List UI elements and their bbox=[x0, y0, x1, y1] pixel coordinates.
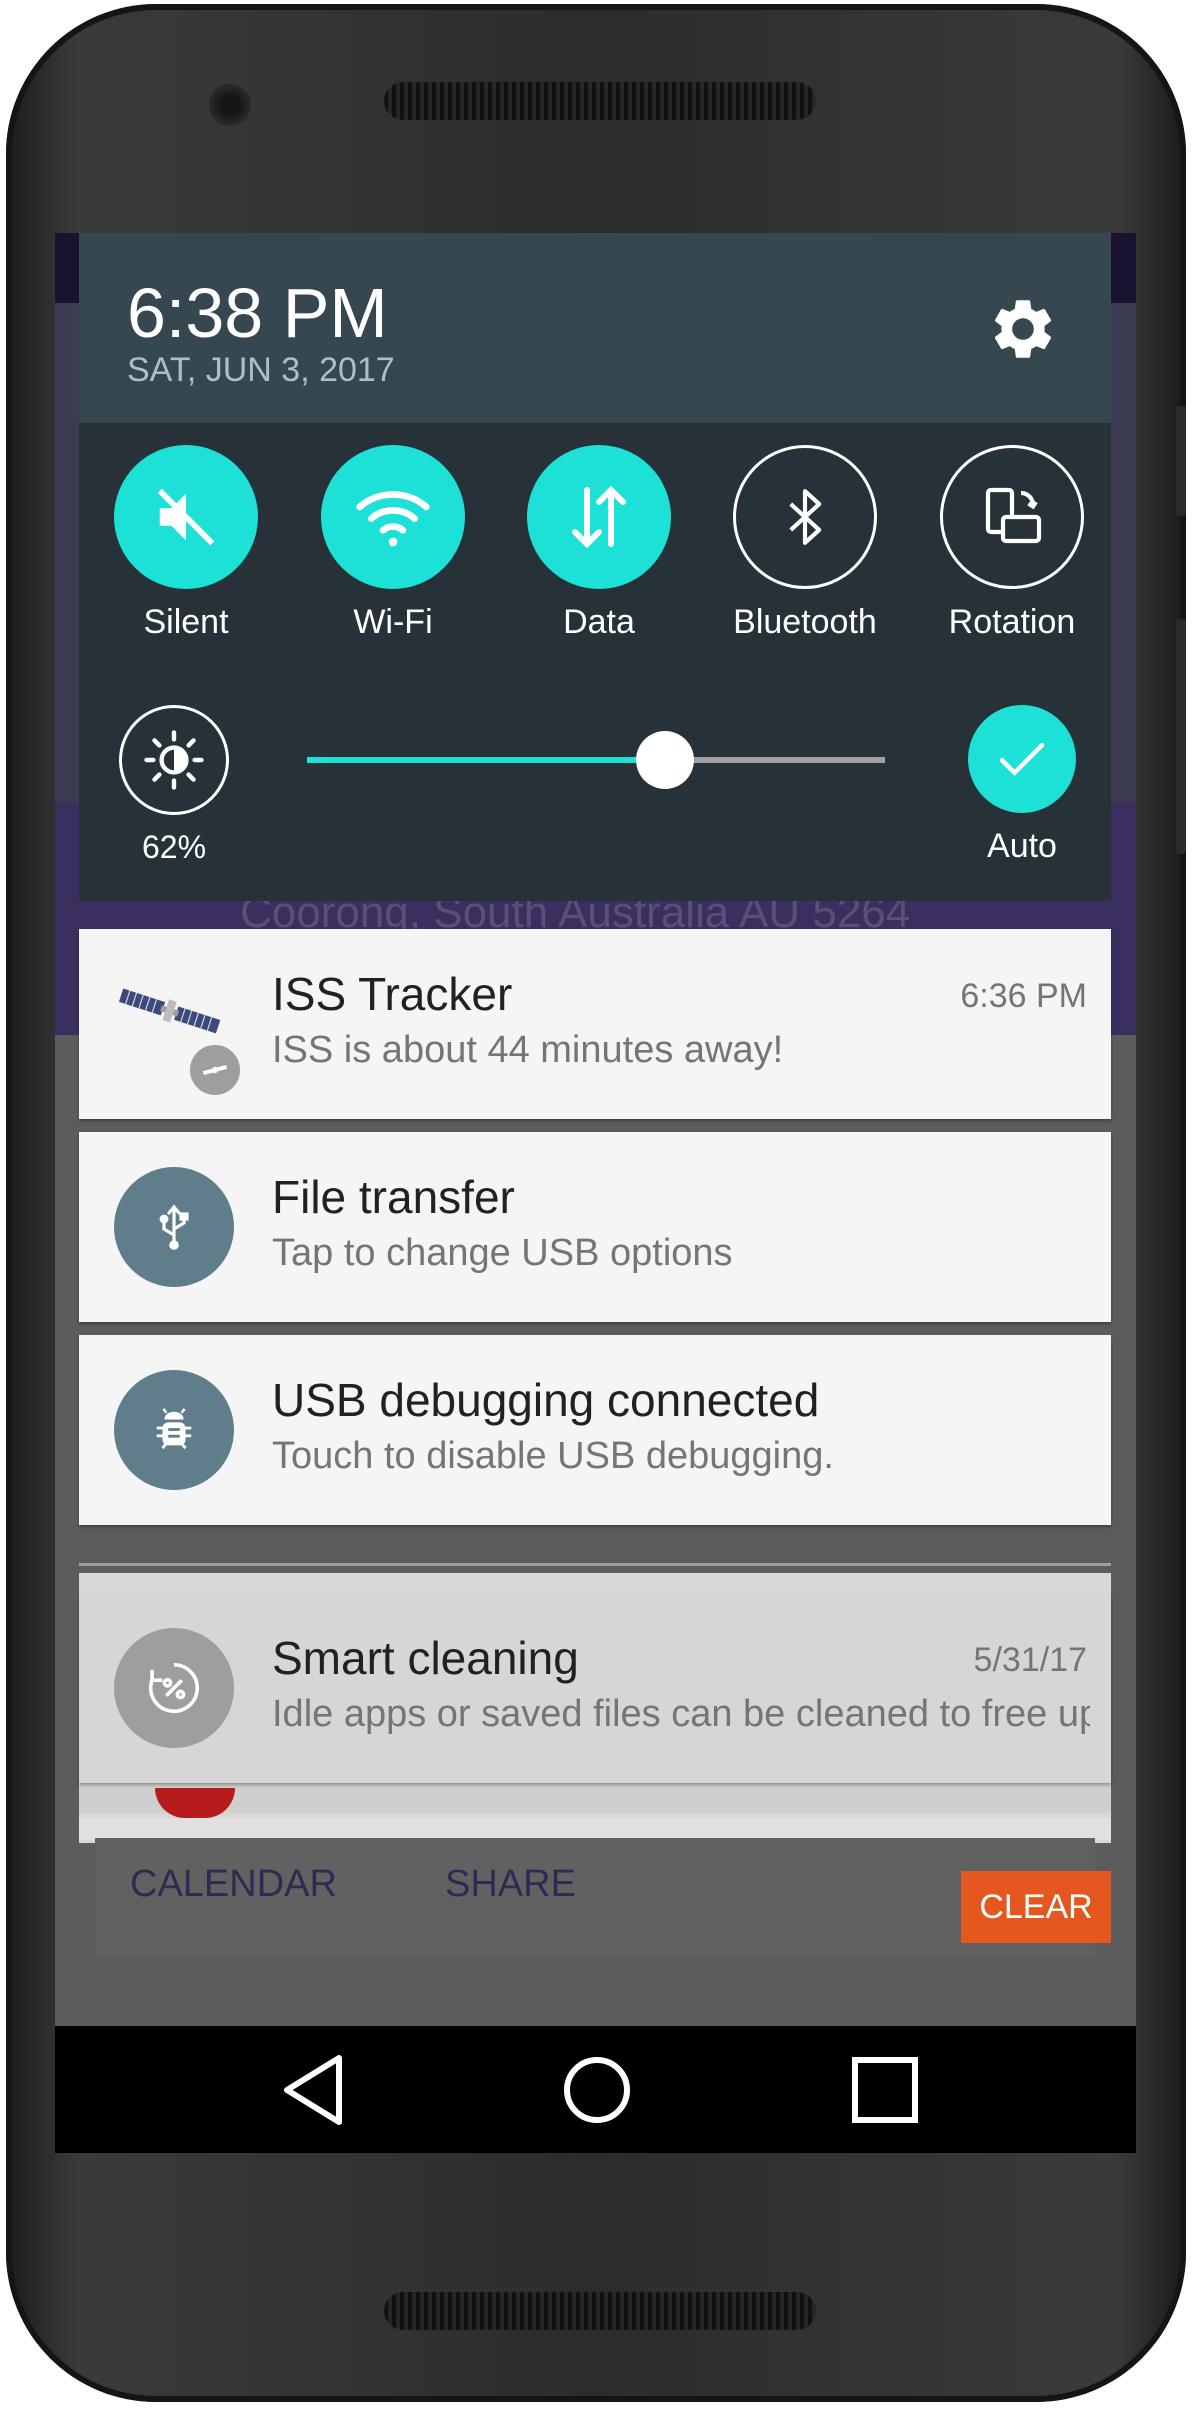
settings-gear-icon[interactable] bbox=[987, 293, 1059, 365]
notification-text: Tap to change USB options bbox=[272, 1232, 733, 1274]
screen: Coorong, South Australia AU 5264 6:38 PM… bbox=[55, 233, 1136, 2153]
brightness-slider[interactable] bbox=[307, 731, 885, 789]
front-camera bbox=[209, 84, 251, 126]
app-badge-icon bbox=[187, 1042, 243, 1098]
tile-wifi[interactable]: Wi-Fi bbox=[313, 445, 473, 642]
notification-title: File transfer bbox=[272, 1171, 515, 1223]
tile-label: Bluetooth bbox=[733, 603, 877, 641]
notification-text: Touch to disable USB debugging. bbox=[272, 1435, 834, 1477]
volume-button bbox=[1176, 619, 1186, 854]
notification-divider bbox=[79, 1563, 1111, 1566]
clear-all-button[interactable]: CLEAR bbox=[961, 1871, 1111, 1943]
notification-text: ISS is about 44 minutes away! bbox=[272, 1029, 784, 1071]
notification-title: ISS Tracker bbox=[272, 968, 513, 1020]
rotation-icon bbox=[940, 445, 1084, 589]
cleaning-icon bbox=[114, 1628, 234, 1748]
brightness-percent: 62% bbox=[141, 829, 207, 865]
quick-settings-panel: 6:38 PM SAT, JUN 3, 2017 Silent Wi-Fi Da… bbox=[79, 233, 1111, 901]
brightness-icon bbox=[119, 705, 229, 815]
auto-brightness-label: Auto bbox=[987, 827, 1057, 865]
satellite-icon bbox=[109, 964, 243, 1098]
notification-text: Idle apps or saved files can be cleaned … bbox=[272, 1693, 1090, 1735]
check-icon bbox=[999, 743, 1045, 776]
tile-silent[interactable]: Silent bbox=[106, 445, 266, 642]
bottom-speaker bbox=[384, 2292, 816, 2330]
bluetooth-icon bbox=[733, 445, 877, 589]
tile-label: Rotation bbox=[948, 603, 1076, 641]
wifi-icon bbox=[321, 445, 465, 589]
top-speaker bbox=[384, 82, 816, 120]
notification-time: 6:36 PM bbox=[960, 977, 1087, 1015]
mute-icon bbox=[114, 445, 258, 589]
notification-title: USB debugging connected bbox=[272, 1374, 820, 1426]
calendar-action-button[interactable]: CALENDAR bbox=[130, 1863, 337, 1906]
back-icon[interactable] bbox=[275, 2048, 359, 2132]
notification-smart-cleaning[interactable]: Smart cleaning 5/31/17 Idle apps or save… bbox=[79, 1593, 1111, 1783]
tile-label: Silent bbox=[143, 603, 229, 641]
notification-iss-tracker[interactable]: ISS Tracker 6:36 PM ISS is about 44 minu… bbox=[79, 929, 1111, 1119]
clock-time: 6:38 PM bbox=[127, 274, 388, 352]
home-icon[interactable] bbox=[555, 2048, 639, 2132]
brightness-slider-thumb[interactable] bbox=[636, 731, 695, 789]
stacked-notification-edge bbox=[79, 1818, 1111, 1840]
notification-title: Smart cleaning bbox=[272, 1632, 579, 1684]
brightness-slider-fill bbox=[307, 757, 666, 763]
tile-data[interactable]: Data bbox=[519, 445, 679, 642]
navigation-bar bbox=[55, 2026, 1136, 2153]
notification-usb-debugging[interactable]: USB debugging connected Touch to disable… bbox=[79, 1335, 1111, 1525]
clock-date: SAT, JUN 3, 2017 bbox=[127, 351, 395, 389]
auto-brightness-toggle[interactable] bbox=[968, 705, 1076, 813]
tile-label: Data bbox=[563, 603, 635, 641]
android-debug-icon bbox=[114, 1370, 234, 1490]
share-action-button[interactable]: SHARE bbox=[445, 1863, 576, 1906]
recents-icon[interactable] bbox=[843, 2048, 927, 2132]
notification-file-transfer[interactable]: File transfer Tap to change USB options bbox=[79, 1132, 1111, 1322]
tile-label: Wi-Fi bbox=[353, 603, 433, 641]
tile-rotation[interactable]: Rotation bbox=[932, 445, 1092, 642]
power-button bbox=[1176, 406, 1186, 516]
tile-bluetooth[interactable]: Bluetooth bbox=[725, 445, 885, 642]
notification-time: 5/31/17 bbox=[973, 1641, 1087, 1679]
data-icon bbox=[527, 445, 671, 589]
usb-icon bbox=[114, 1167, 234, 1287]
quick-settings-header: 6:38 PM SAT, JUN 3, 2017 bbox=[79, 233, 1111, 423]
